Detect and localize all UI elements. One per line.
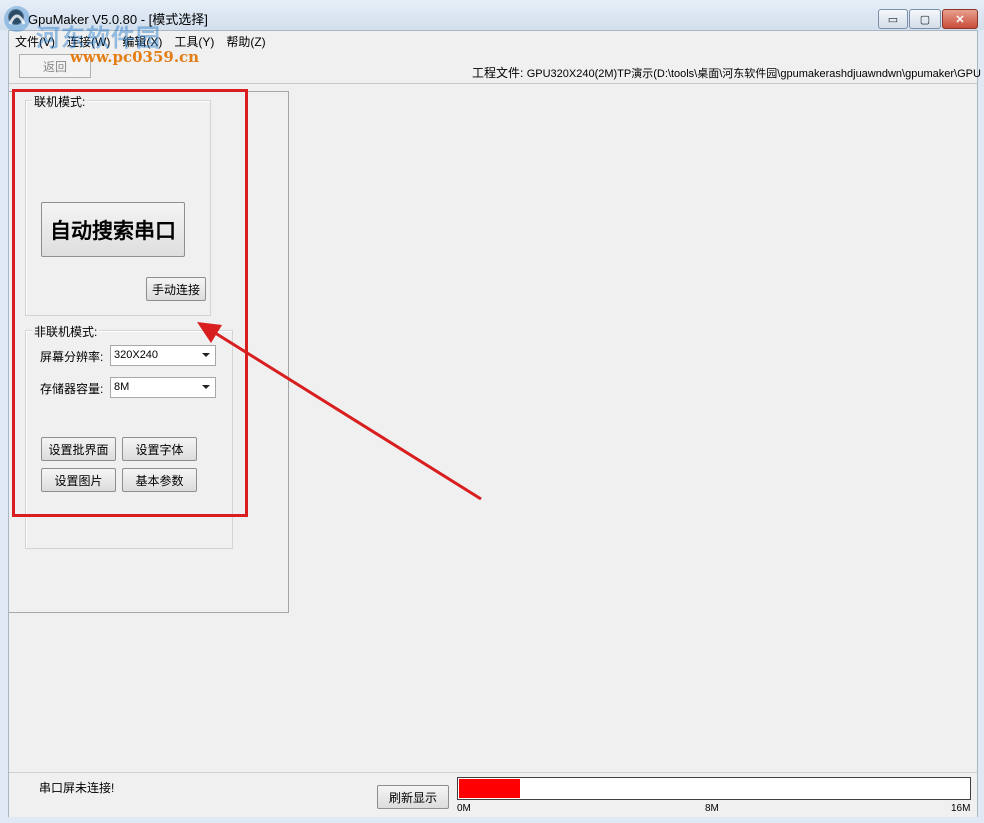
set-font-button[interactable]: 设置字体 <box>122 437 197 461</box>
set-image-button[interactable]: 设置图片 <box>41 468 116 492</box>
close-button[interactable]: ✕ <box>942 9 978 29</box>
storage-value: 8M <box>114 381 130 393</box>
maximize-button[interactable]: ▢ <box>909 9 941 29</box>
progress-tick-mid: 8M <box>705 803 719 814</box>
resolution-label: 屏幕分辨率: <box>40 350 104 364</box>
minimize-button[interactable]: ▭ <box>878 9 908 29</box>
offline-mode-title: 非联机模式: <box>32 323 100 340</box>
toolbar: 返回 工程文件: GPU320X240(2M)TP演示(D:\tools\桌面\… <box>9 50 981 84</box>
title-bar[interactable]: GpuMaker V5.0.80 - [模式选择] ▭ ▢ ✕ <box>0 0 984 30</box>
project-file-path: GPU320X240(2M)TP演示(D:\tools\桌面\河东软件园\gpu… <box>526 68 981 80</box>
storage-select[interactable]: 8M <box>110 377 216 398</box>
chevron-down-icon <box>202 385 210 389</box>
connection-status: 串口屏未连接! <box>39 781 115 795</box>
chevron-down-icon <box>202 353 210 357</box>
status-bar: 串口屏未连接! 刷新显示 0M 8M 16M <box>9 772 977 817</box>
app-window: GpuMaker V5.0.80 - [模式选择] ▭ ▢ ✕ 文件(V) 连接… <box>0 0 984 823</box>
memory-progress-fill <box>459 779 520 798</box>
progress-tick-end: 16M <box>951 803 971 814</box>
menu-connect[interactable]: 连接(W) <box>61 31 116 49</box>
minimize-icon: ▭ <box>887 13 899 26</box>
menu-bar: 文件(V) 连接(W) 编辑(X) 工具(Y) 帮助(Z) <box>9 31 977 49</box>
set-interface-button[interactable]: 设置批界面 <box>41 437 116 461</box>
maximize-icon: ▢ <box>919 13 931 26</box>
refresh-display-button[interactable]: 刷新显示 <box>377 785 449 809</box>
progress-tick-start: 0M <box>457 803 471 814</box>
menu-help[interactable]: 帮助(Z) <box>220 31 271 49</box>
auto-search-port-button[interactable]: 自动搜索串口 <box>41 202 185 257</box>
resolution-value: 320X240 <box>114 349 159 361</box>
manual-connect-button[interactable]: 手动连接 <box>146 277 206 301</box>
menu-tools[interactable]: 工具(Y) <box>168 31 220 49</box>
client-area: 文件(V) 连接(W) 编辑(X) 工具(Y) 帮助(Z) 返回 工程文件: G… <box>8 30 981 817</box>
basic-params-button[interactable]: 基本参数 <box>122 468 197 492</box>
project-file-label: 工程文件: <box>472 66 524 80</box>
close-icon: ✕ <box>955 13 965 26</box>
menu-edit[interactable]: 编辑(X) <box>116 31 168 49</box>
storage-label: 存储器容量: <box>40 382 104 396</box>
window-title: GpuMaker V5.0.80 - [模式选择] <box>28 12 208 27</box>
menu-file[interactable]: 文件(V) <box>9 31 61 49</box>
mode-select-panel: 联机模式: 自动搜索串口 手动连接 非联机模式: 屏幕分辨率: 320X240 … <box>9 91 289 613</box>
resolution-select[interactable]: 320X240 <box>110 345 216 366</box>
project-file-info: 工程文件: GPU320X240(2M)TP演示(D:\tools\桌面\河东软… <box>472 64 981 81</box>
online-mode-title: 联机模式: <box>32 93 88 110</box>
memory-progress-bar <box>457 777 971 800</box>
back-button[interactable]: 返回 <box>19 54 91 78</box>
app-icon <box>8 9 24 25</box>
